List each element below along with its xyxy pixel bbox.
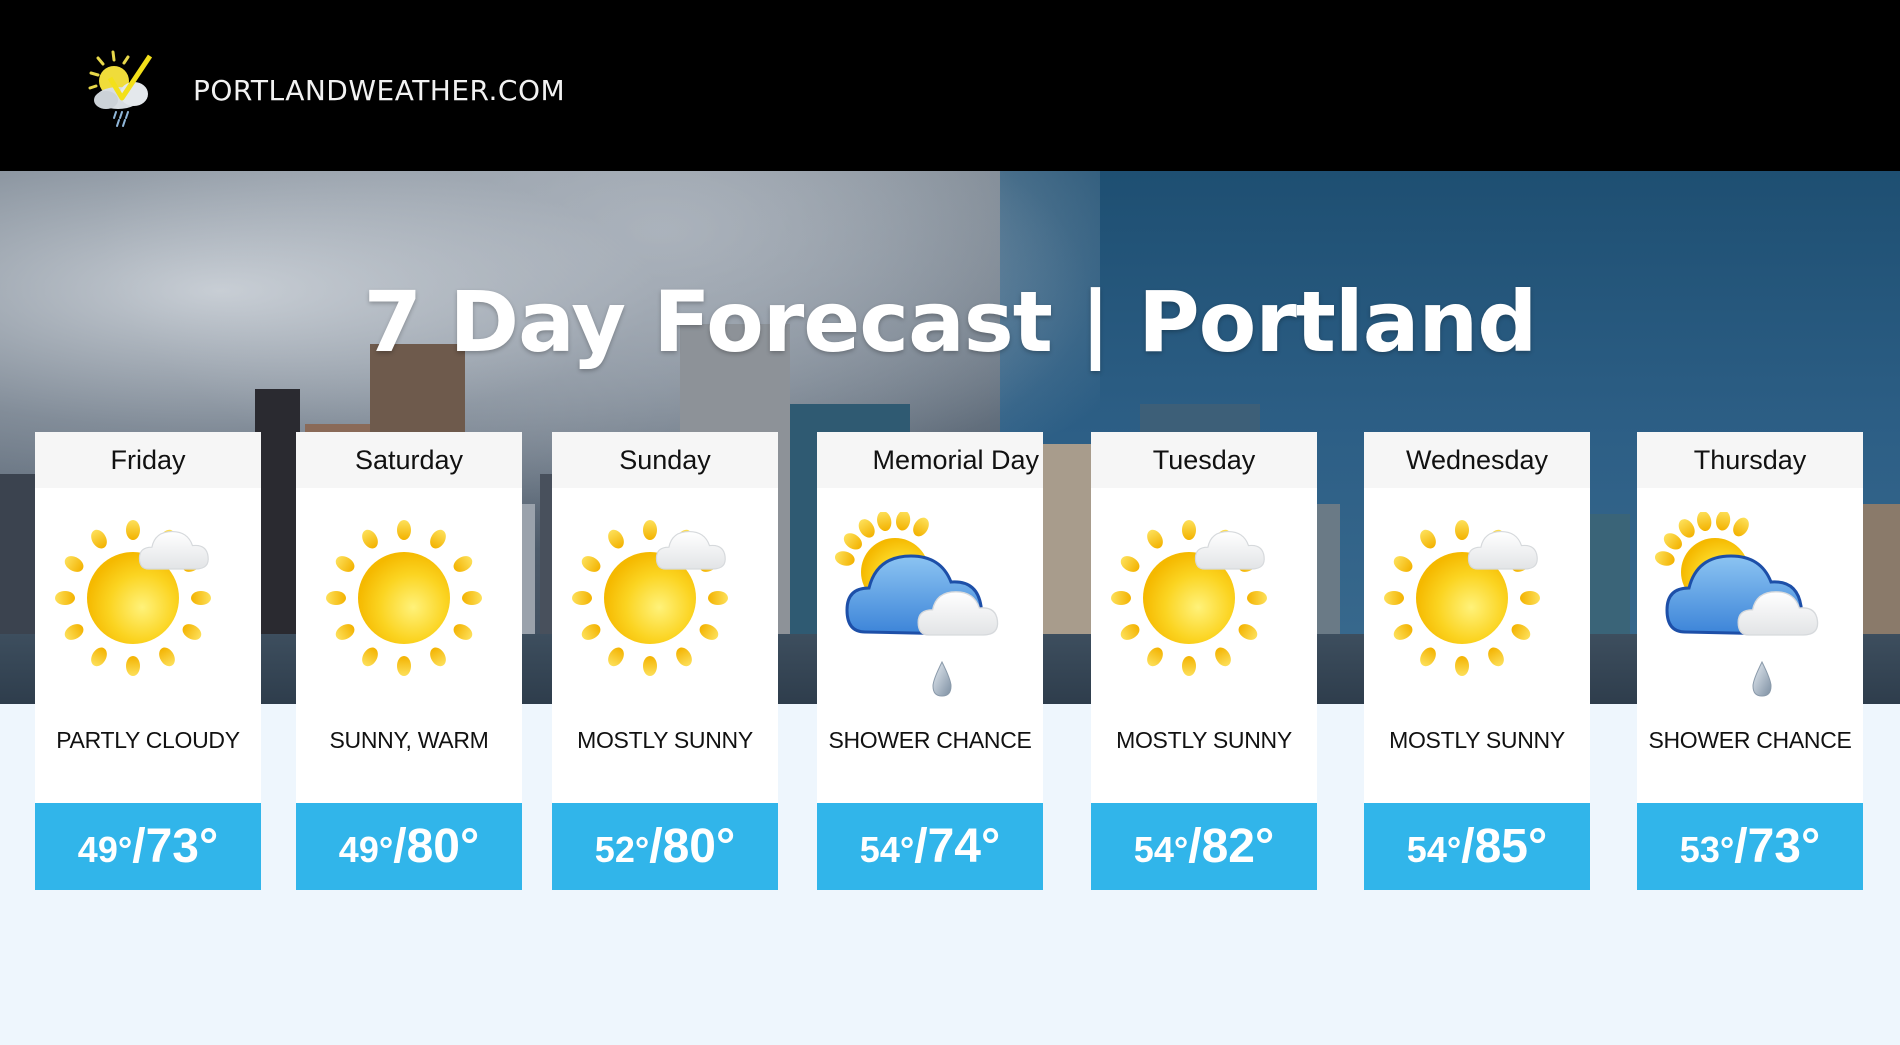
partly-cloudy-icon bbox=[55, 520, 211, 676]
site-name[interactable]: PORTLANDWEATHER.COM bbox=[193, 74, 565, 107]
day-label: Saturday bbox=[296, 432, 522, 488]
site-header: PORTLANDWEATHER.COM bbox=[0, 0, 1900, 171]
high-temp: 73° bbox=[1747, 820, 1821, 873]
temp-separator: / bbox=[393, 820, 407, 873]
low-temp: 54° bbox=[859, 829, 915, 870]
condition-label: SHOWER CHANCE bbox=[1648, 727, 1852, 753]
temperature-band: 54°/82° bbox=[1091, 803, 1317, 890]
forecast-card[interactable]: Tuesday MOSTLY SUNNY 54°/82° bbox=[1091, 432, 1317, 890]
condition-label: PARTLY CLOUDY bbox=[56, 727, 240, 753]
high-temp: 74° bbox=[927, 820, 1001, 873]
forecast-card[interactable]: Thursday SHOWER CHANCE 53°/73° bbox=[1637, 432, 1863, 890]
temperature-band: 52°/80° bbox=[552, 803, 778, 890]
sunny-icon bbox=[326, 520, 482, 676]
partly-cloudy-icon bbox=[572, 520, 728, 676]
partly-cloudy-icon bbox=[1384, 520, 1540, 676]
low-temp: 53° bbox=[1679, 829, 1735, 870]
temp-separator: / bbox=[132, 820, 146, 873]
condition-label: MOSTLY SUNNY bbox=[1389, 727, 1565, 753]
forecast-card[interactable]: Sunday MOSTLY SUNNY 52°/80° bbox=[552, 432, 778, 890]
day-label: Wednesday bbox=[1364, 432, 1590, 488]
temp-separator: / bbox=[914, 820, 928, 873]
temp-separator: / bbox=[1188, 820, 1202, 873]
day-label: Memorial Day bbox=[817, 432, 1043, 488]
forecast-card[interactable]: Saturday SUNNY, WARM 49°/80° bbox=[296, 432, 522, 890]
high-temp: 82° bbox=[1201, 820, 1275, 873]
shower-icon bbox=[1655, 512, 1819, 697]
low-temp: 49° bbox=[338, 829, 394, 870]
day-label: Tuesday bbox=[1091, 432, 1317, 488]
low-temp: 54° bbox=[1133, 829, 1189, 870]
condition-label: SHOWER CHANCE bbox=[828, 727, 1032, 753]
partly-cloudy-icon bbox=[1111, 520, 1267, 676]
high-temp: 73° bbox=[145, 820, 219, 873]
shower-icon bbox=[835, 512, 999, 697]
temp-separator: / bbox=[1461, 820, 1475, 873]
low-temp: 49° bbox=[77, 829, 133, 870]
temperature-band: 54°/85° bbox=[1364, 803, 1590, 890]
condition-label: SUNNY, WARM bbox=[329, 727, 489, 753]
condition-label: MOSTLY SUNNY bbox=[577, 727, 753, 753]
temp-separator: / bbox=[649, 820, 663, 873]
sun-cloud-check-icon[interactable] bbox=[88, 48, 178, 148]
condition-label: MOSTLY SUNNY bbox=[1116, 727, 1292, 753]
low-temp: 52° bbox=[594, 829, 650, 870]
temperature-band: 49°/73° bbox=[35, 803, 261, 890]
temperature-band: 49°/80° bbox=[296, 803, 522, 890]
day-label: Friday bbox=[35, 432, 261, 488]
forecast-card[interactable]: Memorial Day SHOWER CHANCE 54°/74° bbox=[817, 432, 1043, 890]
day-label: Thursday bbox=[1637, 432, 1863, 488]
high-temp: 80° bbox=[406, 820, 480, 873]
day-label: Sunday bbox=[552, 432, 778, 488]
forecast-card[interactable]: Friday PARTLY CLOUDY 49°/73° bbox=[35, 432, 261, 890]
page-title: 7 Day Forecast | Portland bbox=[363, 273, 1538, 371]
low-temp: 54° bbox=[1406, 829, 1462, 870]
forecast-card[interactable]: Wednesday MOSTLY SUNNY 54°/85° bbox=[1364, 432, 1590, 890]
temperature-band: 53°/73° bbox=[1637, 803, 1863, 890]
temperature-band: 54°/74° bbox=[817, 803, 1043, 890]
high-temp: 85° bbox=[1474, 820, 1548, 873]
high-temp: 80° bbox=[662, 820, 736, 873]
temp-separator: / bbox=[1734, 820, 1748, 873]
